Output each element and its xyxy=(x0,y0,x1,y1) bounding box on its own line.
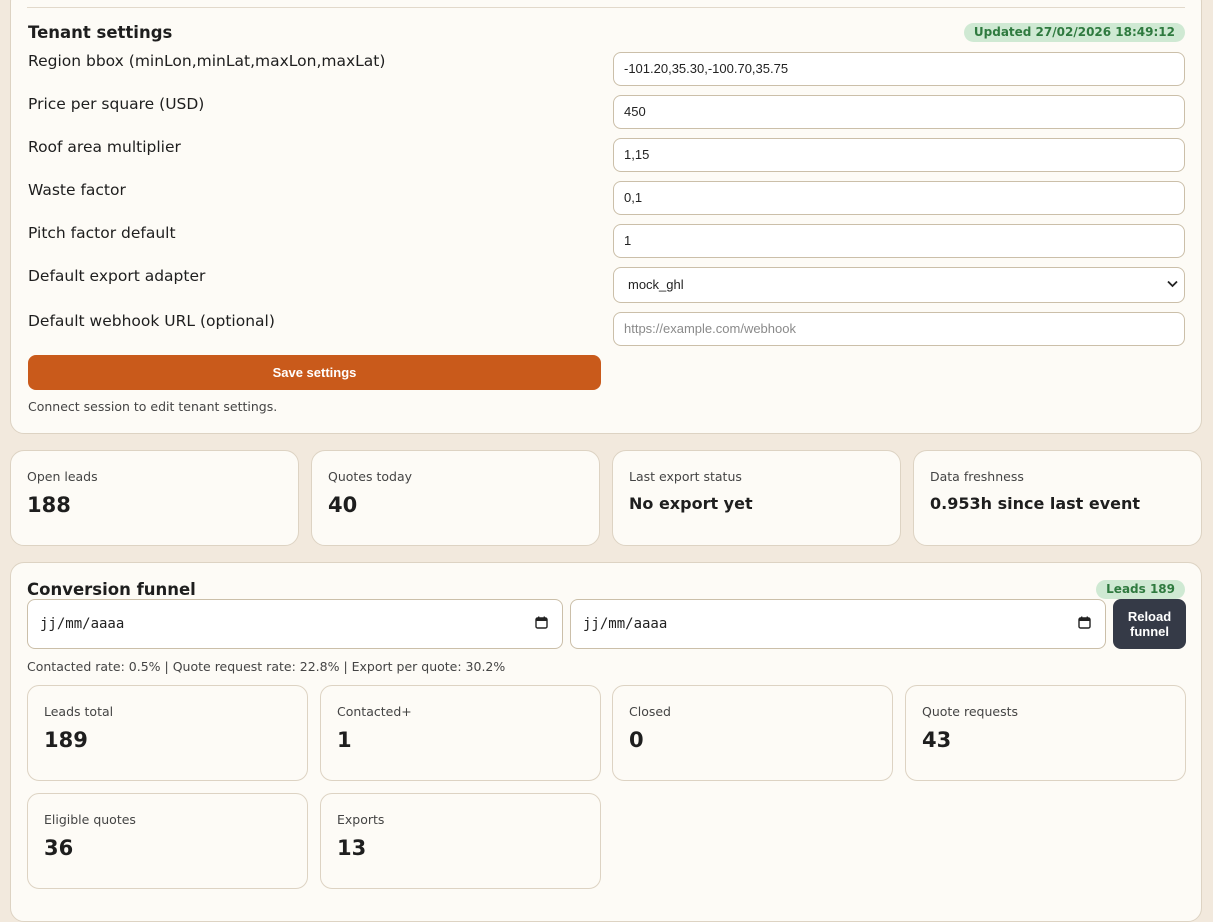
stat-card-data-freshness: Data freshness 0.953h since last event xyxy=(913,450,1202,546)
metric-label: Closed xyxy=(629,704,671,719)
calendar-icon[interactable] xyxy=(535,616,548,629)
metric-label: Quote requests xyxy=(922,704,1019,719)
waste-factor-input[interactable]: 0,1 xyxy=(613,181,1185,215)
funnel-rates: Contacted rate: 0.5% | Quote request rat… xyxy=(27,659,506,674)
export-adapter-label: Default export adapter xyxy=(28,267,206,285)
stat-card-quotes-today: Quotes today 40 xyxy=(311,450,600,546)
date-to-input[interactable]: jj/mm/aaaa xyxy=(570,599,1106,649)
stat-label: Open leads xyxy=(27,469,98,484)
reload-funnel-button[interactable]: Reload funnel xyxy=(1113,599,1186,649)
metric-label: Exports xyxy=(337,812,385,827)
stat-value: No export yet xyxy=(629,494,753,513)
pitch-factor-label: Pitch factor default xyxy=(28,224,176,242)
metric-value: 13 xyxy=(337,836,367,860)
region-bbox-input[interactable]: -101.20,35.30,-100.70,35.75 xyxy=(613,52,1185,86)
leads-badge: Leads 189 xyxy=(1096,580,1185,599)
metric-card-quote-requests: Quote requests 43 xyxy=(905,685,1186,781)
stat-value: 188 xyxy=(27,493,71,517)
conversion-funnel-card: Conversion funnel Leads 189 jj/mm/aaaa j… xyxy=(10,562,1202,922)
settings-title: Tenant settings xyxy=(28,23,173,42)
webhook-url-label: Default webhook URL (optional) xyxy=(28,312,275,330)
reload-label-line2: funnel xyxy=(1130,624,1169,639)
settings-note: Connect session to edit tenant settings. xyxy=(28,399,278,414)
region-bbox-label: Region bbox (minLon,minLat,maxLon,maxLat… xyxy=(28,52,386,70)
metric-card-eligible-quotes: Eligible quotes 36 xyxy=(27,793,308,889)
funnel-title: Conversion funnel xyxy=(27,580,196,599)
stat-label: Quotes today xyxy=(328,469,413,484)
chevron-down-icon xyxy=(1167,280,1178,288)
price-per-square-input[interactable]: 450 xyxy=(613,95,1185,129)
roof-area-multiplier-label: Roof area multiplier xyxy=(28,138,181,156)
metric-value: 43 xyxy=(922,728,952,752)
metric-card-leads-total: Leads total 189 xyxy=(27,685,308,781)
stat-label: Last export status xyxy=(629,469,742,484)
stat-value: 40 xyxy=(328,493,358,517)
stat-label: Data freshness xyxy=(930,469,1024,484)
updated-badge: Updated 27/02/2026 18:49:12 xyxy=(963,23,1185,42)
reload-label-line1: Reload xyxy=(1127,609,1172,624)
price-per-square-label: Price per square (USD) xyxy=(28,95,205,113)
metric-card-closed: Closed 0 xyxy=(612,685,893,781)
metric-label: Contacted+ xyxy=(337,704,412,719)
metric-card-contacted: Contacted+ 1 xyxy=(320,685,601,781)
metric-label: Eligible quotes xyxy=(44,812,136,827)
metric-card-exports: Exports 13 xyxy=(320,793,601,889)
metric-value: 0 xyxy=(629,728,644,752)
metric-value: 1 xyxy=(337,728,352,752)
date-from-input[interactable]: jj/mm/aaaa xyxy=(27,599,563,649)
save-settings-button[interactable]: Save settings xyxy=(28,355,601,390)
calendar-icon[interactable] xyxy=(1078,616,1091,629)
export-adapter-value: mock_ghl xyxy=(628,277,684,292)
metric-value: 189 xyxy=(44,728,88,752)
divider xyxy=(27,7,1185,8)
export-adapter-select[interactable]: mock_ghl xyxy=(613,267,1185,303)
stat-card-last-export: Last export status No export yet xyxy=(612,450,901,546)
date-from-placeholder: jj/mm/aaaa xyxy=(40,616,125,632)
roof-area-multiplier-input[interactable]: 1,15 xyxy=(613,138,1185,172)
waste-factor-label: Waste factor xyxy=(28,181,126,199)
tenant-settings-card: Tenant settings Updated 27/02/2026 18:49… xyxy=(10,0,1202,434)
stat-card-open-leads: Open leads 188 xyxy=(10,450,299,546)
date-to-placeholder: jj/mm/aaaa xyxy=(583,616,668,632)
pitch-factor-input[interactable]: 1 xyxy=(613,224,1185,258)
metric-value: 36 xyxy=(44,836,74,860)
metric-label: Leads total xyxy=(44,704,114,719)
webhook-url-input[interactable]: https://example.com/webhook xyxy=(613,312,1185,346)
stat-value: 0.953h since last event xyxy=(930,494,1141,513)
